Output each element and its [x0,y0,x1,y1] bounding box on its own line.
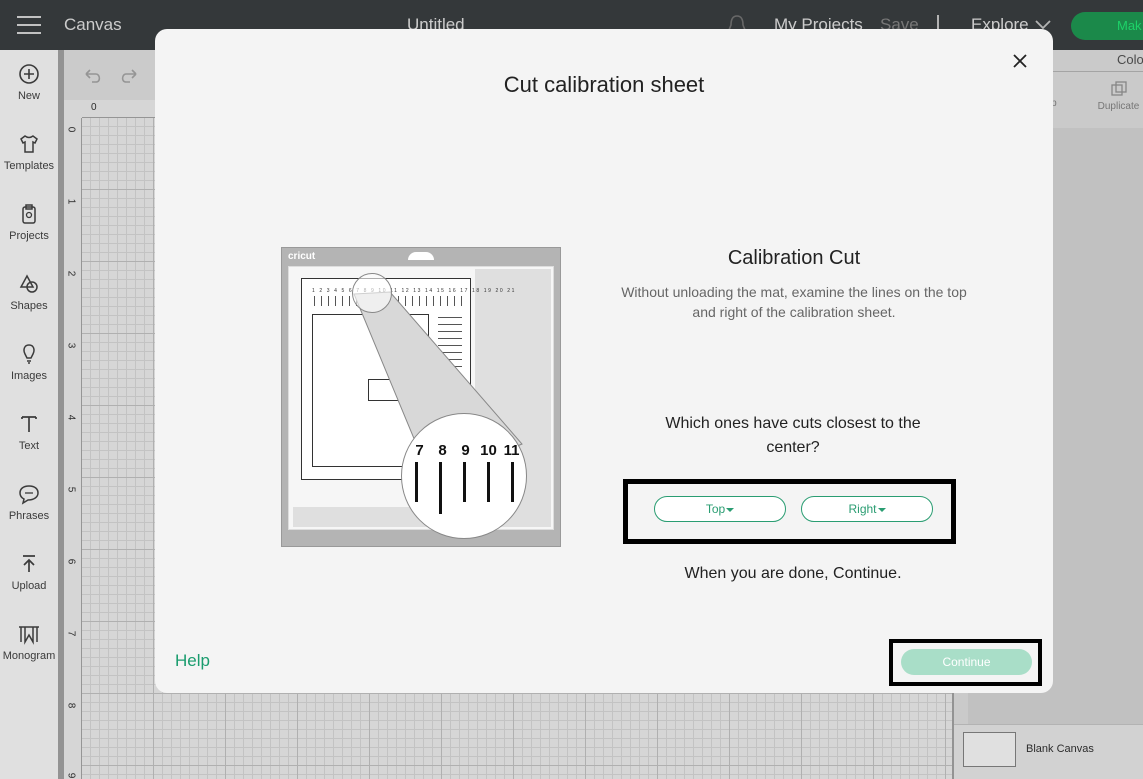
top-line-select[interactable]: Top [654,496,786,522]
calibration-dialog: Cut calibration sheet cricut 1 2 3 4 5 6… [155,29,1053,693]
continue-button[interactable]: Continue [901,649,1032,675]
close-icon[interactable] [1011,52,1029,70]
top-select-value: Top [705,502,726,516]
help-link[interactable]: Help [175,651,210,671]
magnifier-small-circle [352,273,392,313]
caret-down-icon [877,507,886,512]
magnifier-zoom-circle: 7 8 9 10 11 [401,413,527,539]
question-text: Which ones have cuts closest to the cent… [665,415,921,456]
caret-down-icon [726,507,735,512]
zoom-number: 11 [503,442,520,459]
zoom-numbers: 7 8 9 10 11 [408,442,523,459]
selection-highlight-box: Top Right [623,479,956,544]
dialog-title: Cut calibration sheet [503,72,705,97]
instruction-text: When you are done, Continue. [684,565,902,582]
zoom-number: 9 [461,442,470,459]
section-title: Calibration Cut [727,247,861,269]
section-description: Without unloading the mat, examine the l… [621,284,967,320]
continue-highlight-box: Continue [889,639,1042,686]
zoom-number: 8 [438,442,447,459]
zoom-number: 10 [480,442,497,459]
zoom-cut-lines [415,462,525,522]
right-line-select[interactable]: Right [801,496,933,522]
right-select-value: Right [848,502,877,516]
zoom-number: 7 [415,442,424,459]
